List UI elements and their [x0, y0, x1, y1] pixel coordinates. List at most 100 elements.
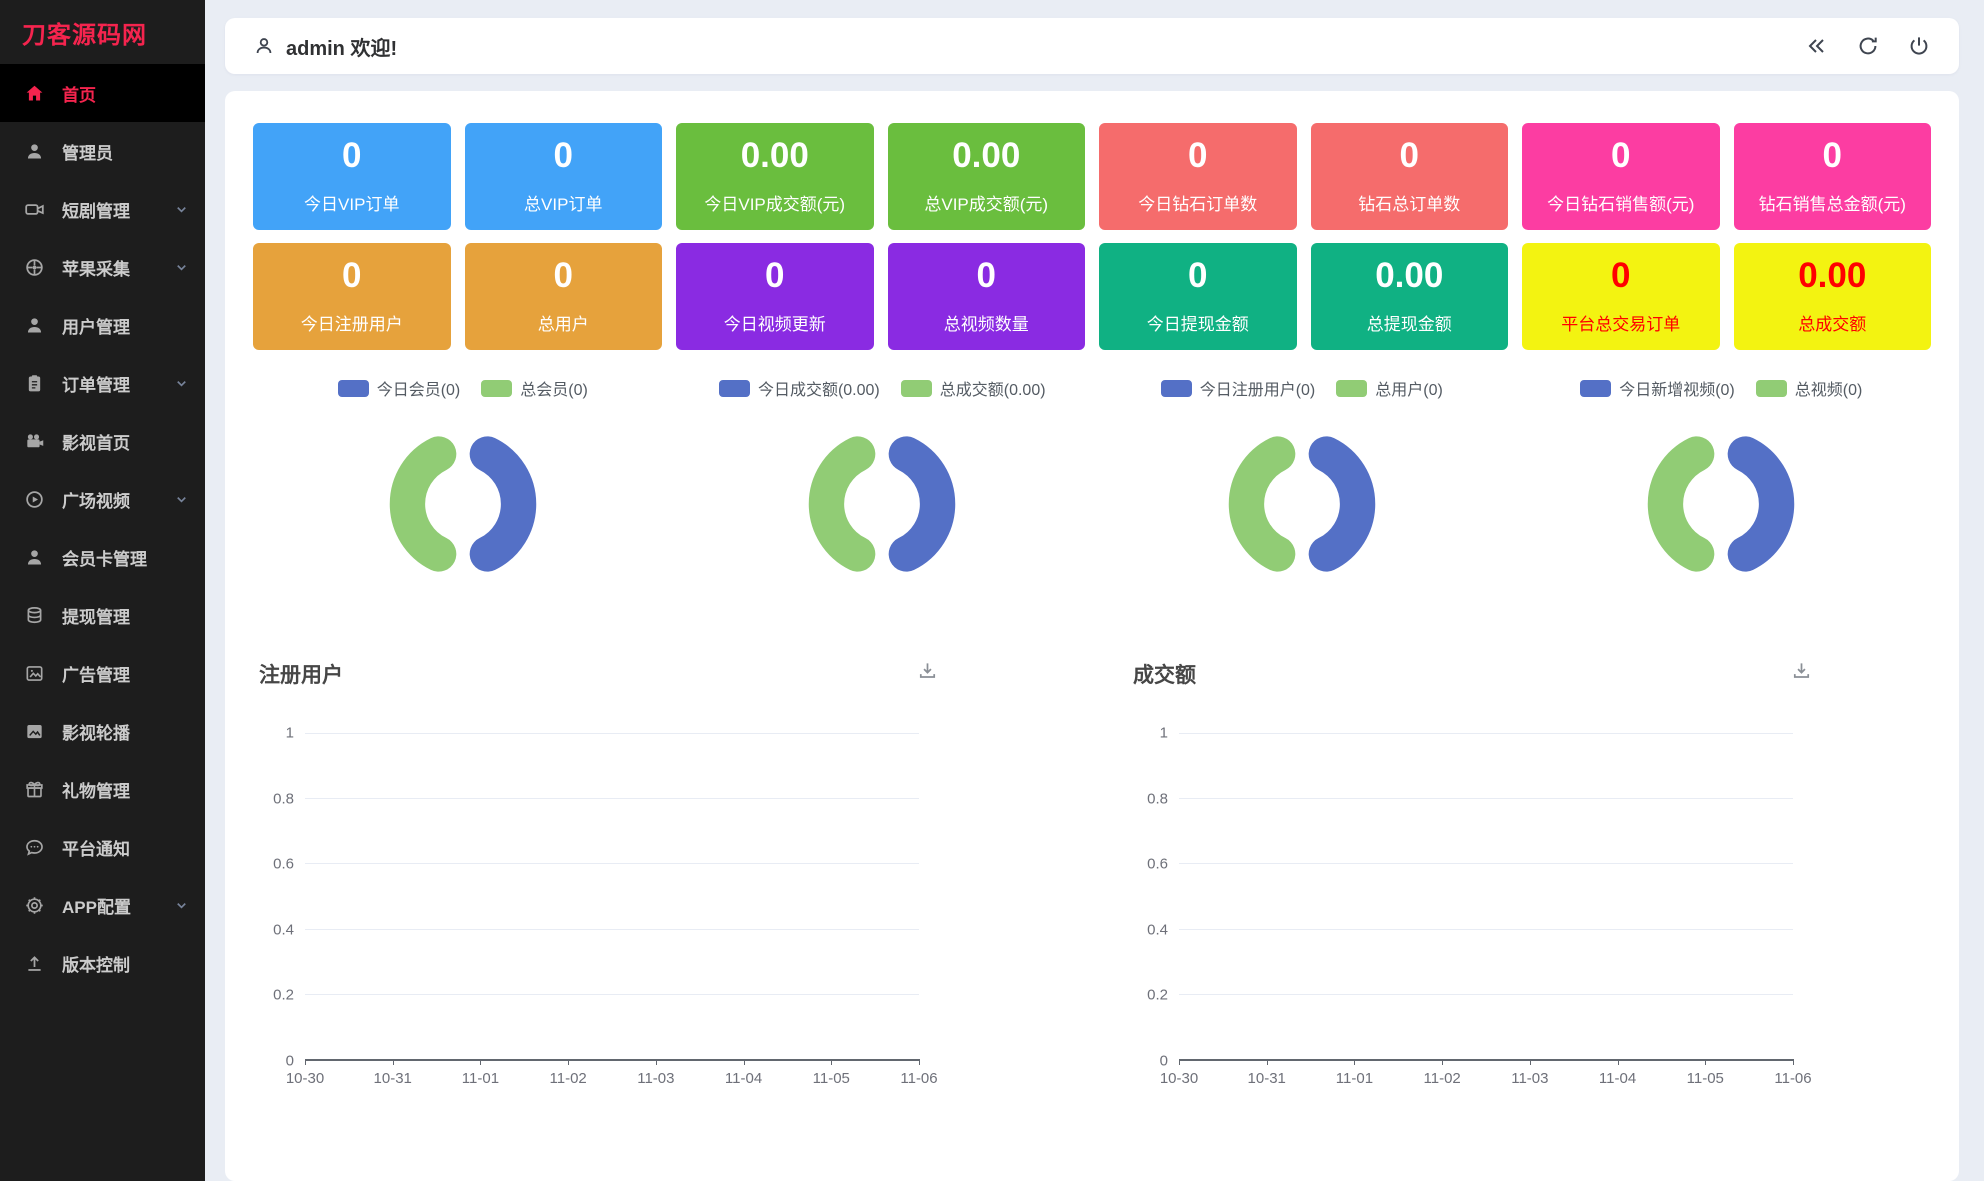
- sidebar-item-movie-home[interactable]: 影视首页: [0, 412, 205, 470]
- play-circle-icon: [24, 489, 45, 510]
- gridline: [1179, 798, 1793, 799]
- x-axis-labels: 10-3010-3111-0111-0211-0311-0411-0511-06: [305, 1061, 919, 1093]
- stat-label: 平台总交易订单: [1561, 310, 1680, 335]
- movie-camera-icon: [24, 431, 45, 452]
- user-icon: [24, 547, 45, 568]
- sidebar-item-movie-carousel[interactable]: 影视轮播: [0, 702, 205, 760]
- donut-chart-svg: [1625, 408, 1817, 600]
- sidebar-item-label: 会员卡管理: [62, 545, 147, 570]
- sidebar-item-platform-notice[interactable]: 平台通知: [0, 818, 205, 876]
- legend-swatch: [1580, 380, 1611, 397]
- legend-label: 总会员(0): [520, 376, 588, 400]
- sidebar-item-ad-mgmt[interactable]: 广告管理: [0, 644, 205, 702]
- stat-label: 钻石销售总金额(元): [1759, 190, 1906, 215]
- sidebar-item-label: 苹果采集: [62, 255, 130, 280]
- sidebar-item-label: 首页: [62, 81, 96, 106]
- stat-card-today-diamond-orders: 0今日钻石订单数: [1099, 123, 1297, 230]
- chat-icon: [24, 837, 45, 858]
- stat-value: 0.00: [1375, 258, 1443, 293]
- collapse-sidebar-icon[interactable]: [1805, 34, 1829, 58]
- sidebar-item-withdraw-mgmt[interactable]: 提现管理: [0, 586, 205, 644]
- legend-swatch: [1161, 380, 1192, 397]
- gear-icon: [24, 895, 45, 916]
- download-icon[interactable]: [1790, 659, 1813, 682]
- stat-label: 今日视频更新: [724, 310, 826, 335]
- chart-header: 注册用户: [259, 659, 1051, 689]
- gridline: [1179, 863, 1793, 864]
- legend-label: 今日注册用户(0): [1200, 376, 1316, 400]
- stat-value: 0: [1611, 138, 1630, 173]
- sidebar-item-label: 管理员: [62, 139, 113, 164]
- download-icon[interactable]: [916, 659, 939, 682]
- power-icon[interactable]: [1907, 34, 1931, 58]
- legend-item[interactable]: 今日注册用户(0): [1161, 376, 1316, 400]
- header-actions: [1805, 34, 1931, 58]
- legend-label: 今日成交额(0.00): [758, 376, 880, 400]
- sidebar-item-apple-collect[interactable]: 苹果采集: [0, 238, 205, 296]
- line-chart-revenue: 成交额 00.20.40.60.81 10-3010-3111-0111-021…: [1133, 659, 1925, 1093]
- sidebar-item-admin[interactable]: 管理员: [0, 122, 205, 180]
- legend-swatch: [901, 380, 932, 397]
- legend-item[interactable]: 今日新增视频(0): [1580, 376, 1735, 400]
- stat-label: 总VIP成交额(元): [924, 190, 1048, 215]
- stat-value: 0: [342, 138, 361, 173]
- stat-card-total-diamond-orders: 0 钻石总订单数: [1311, 123, 1509, 230]
- legend: 今日成交额(0.00) 总成交额(0.00): [719, 378, 1046, 398]
- sidebar-item-home[interactable]: 首页: [0, 64, 205, 122]
- stat-card-today-video-updates: 0今日视频更新: [676, 243, 874, 350]
- legend-label: 今日新增视频(0): [1619, 376, 1735, 400]
- legend-swatch: [719, 380, 750, 397]
- user-icon: [24, 141, 45, 162]
- y-axis: 00.20.40.60.81: [1133, 733, 1179, 1061]
- stat-card-today-diamond-sales: 0今日钻石销售额(元): [1522, 123, 1720, 230]
- sidebar-item-order-mgmt[interactable]: 订单管理: [0, 354, 205, 412]
- y-axis-label: 0.6: [1147, 856, 1168, 873]
- stat-value: 0: [1188, 258, 1207, 293]
- stat-label: 今日提现金额: [1147, 310, 1249, 335]
- sidebar-item-member-card[interactable]: 会员卡管理: [0, 528, 205, 586]
- x-axis-label: 11-03: [637, 1070, 674, 1087]
- stat-value: 0.00: [952, 138, 1020, 173]
- legend-item[interactable]: 总成交额(0.00): [901, 376, 1046, 400]
- chevron-down-icon: [174, 376, 189, 391]
- sidebar-item-gift-mgmt[interactable]: 礼物管理: [0, 760, 205, 818]
- stat-value: 0: [1400, 138, 1419, 173]
- x-axis-label: 10-31: [1248, 1070, 1286, 1087]
- stat-card-row-1: 0今日VIP订单 0总VIP订单 0.00今日VIP成交额(元) 0.00总VI…: [253, 123, 1931, 230]
- y-axis-label: 0.8: [1147, 790, 1168, 807]
- legend-item[interactable]: 今日会员(0): [338, 376, 461, 400]
- sidebar-item-version-control[interactable]: 版本控制: [0, 934, 205, 992]
- stat-card-today-registered-users: 0今日注册用户: [253, 243, 451, 350]
- y-axis-label: 0: [286, 1053, 294, 1070]
- legend-label: 总视频(0): [1795, 376, 1863, 400]
- stat-card-total-videos: 0总视频数量: [888, 243, 1086, 350]
- sidebar-item-label: 版本控制: [62, 951, 130, 976]
- chevron-down-icon: [174, 492, 189, 507]
- x-axis-label: 11-03: [1511, 1070, 1548, 1087]
- stat-value: 0: [554, 258, 573, 293]
- sidebar-item-user-mgmt[interactable]: 用户管理: [0, 296, 205, 354]
- legend-item[interactable]: 今日成交额(0.00): [719, 376, 880, 400]
- sidebar-item-app-config[interactable]: APP配置: [0, 876, 205, 934]
- stat-label: 钻石总订单数: [1358, 190, 1460, 215]
- legend-item[interactable]: 总用户(0): [1336, 376, 1443, 400]
- x-axis-tick: [1793, 1059, 1794, 1065]
- refresh-icon[interactable]: [1856, 34, 1880, 58]
- stat-value: 0: [342, 258, 361, 293]
- legend-item[interactable]: 总视频(0): [1756, 376, 1863, 400]
- stat-card-today-vip-orders: 0今日VIP订单: [253, 123, 451, 230]
- welcome-text: admin 欢迎!: [286, 32, 397, 61]
- stat-label: 总用户: [538, 310, 589, 335]
- x-axis-label: 11-01: [1336, 1070, 1373, 1087]
- stat-card-total-users: 0 总用户: [465, 243, 663, 350]
- legend-item[interactable]: 总会员(0): [481, 376, 588, 400]
- donut-chart: [1206, 408, 1398, 605]
- stat-label: 总视频数量: [944, 310, 1029, 335]
- gridline: [1179, 994, 1793, 995]
- stat-label: 总成交额: [1798, 310, 1866, 335]
- sidebar-item-square-video[interactable]: 广场视频: [0, 470, 205, 528]
- image-icon: [24, 663, 45, 684]
- plot: 00.20.40.60.81: [259, 733, 1051, 1061]
- x-axis-label: 11-06: [1774, 1070, 1811, 1087]
- sidebar-item-short-drama[interactable]: 短剧管理: [0, 180, 205, 238]
